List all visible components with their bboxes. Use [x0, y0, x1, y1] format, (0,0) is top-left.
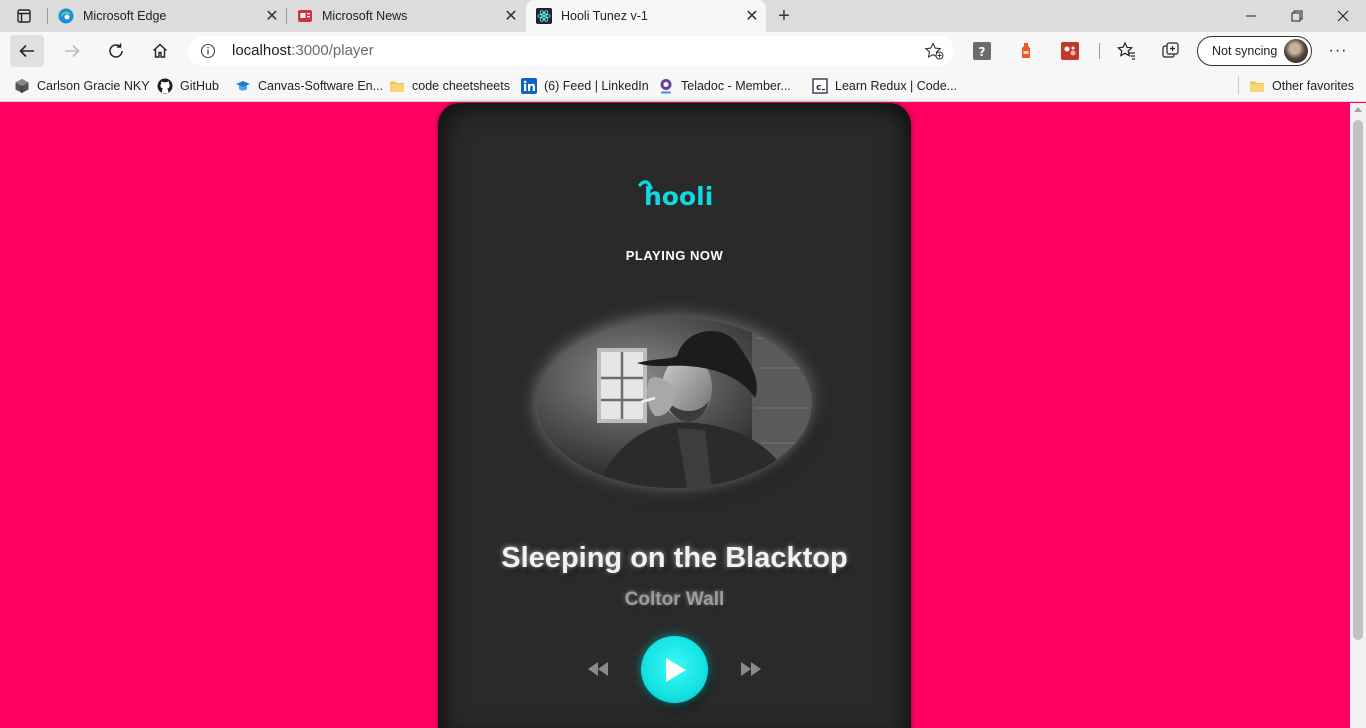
favorite-label: GitHub — [180, 79, 219, 93]
music-player-card: hooli PLAYING NOW Sleeping on the Blackt… — [438, 103, 911, 728]
tab-title: Microsoft Edge — [83, 9, 167, 23]
collections-button[interactable] — [1161, 41, 1181, 61]
favorite-carlson-gracie[interactable]: Carlson Gracie NKY — [14, 76, 150, 96]
scroll-up-icon[interactable] — [1354, 107, 1362, 112]
rewind-icon — [588, 662, 608, 676]
song-title: Sleeping on the Blacktop — [501, 542, 848, 574]
favorite-label: Carlson Gracie NKY — [37, 79, 150, 93]
new-tab-button[interactable]: + — [770, 2, 798, 30]
other-favorites-folder[interactable]: Other favorites — [1249, 76, 1354, 96]
forward-button[interactable] — [55, 35, 89, 67]
url-path: :3000/player — [291, 42, 374, 59]
browser-toolbar: localhost:3000/player ? Not syncing ··· — [0, 32, 1366, 70]
favorite-github[interactable]: GitHub — [157, 76, 219, 96]
arrow-right-icon — [65, 44, 80, 58]
react-logo-icon — [536, 8, 552, 24]
scrollbar-thumb[interactable] — [1353, 120, 1363, 640]
favorites-bar: Carlson Gracie NKY GitHub Canvas-Softwar… — [0, 70, 1366, 102]
folder-icon — [1250, 81, 1264, 92]
back-button[interactable] — [10, 35, 44, 67]
next-track-button[interactable] — [738, 657, 764, 681]
close-icon — [1337, 10, 1349, 22]
restore-button[interactable] — [1274, 0, 1320, 32]
favorites-star-icon — [1117, 41, 1135, 60]
album-art-image — [537, 318, 812, 488]
news-icon — [298, 10, 312, 22]
favorite-teladoc[interactable]: Teladoc - Member... — [658, 76, 791, 96]
profile-sync-button[interactable]: Not syncing — [1197, 36, 1312, 66]
favorite-label: Canvas-Software En... — [258, 79, 384, 93]
previous-track-button[interactable] — [586, 657, 610, 681]
logo-text: hooli — [644, 182, 712, 209]
play-icon — [665, 657, 686, 682]
favorites-separator — [1238, 76, 1239, 94]
linkedin-icon — [521, 78, 537, 94]
close-window-button[interactable] — [1320, 0, 1366, 32]
address-bar[interactable]: localhost:3000/player — [188, 36, 954, 66]
sync-status-label: Not syncing — [1212, 44, 1278, 58]
favorite-label: Learn Redux | Code... — [835, 79, 958, 93]
artist-name: Coltor Wall — [624, 589, 725, 610]
canvas-icon — [236, 81, 250, 91]
favorite-label: (6) Feed | LinkedIn — [544, 79, 649, 93]
vertical-scrollbar[interactable] — [1350, 103, 1366, 728]
tab-title: Microsoft News — [322, 9, 408, 23]
svg-text:c: c — [816, 83, 821, 93]
tab-actions-icon — [17, 9, 31, 23]
fast-forward-icon — [741, 662, 761, 676]
favorite-learn-redux[interactable]: c Learn Redux | Code... — [812, 76, 957, 96]
edge-logo-icon — [58, 8, 74, 24]
tab-strip: Microsoft Edge ✕ Microsoft News ✕ Hooli … — [0, 0, 1366, 32]
more-dots-icon: ··· — [1328, 42, 1348, 59]
home-icon — [153, 43, 167, 58]
close-tab-icon[interactable]: ✕ — [497, 2, 525, 30]
avatar — [1284, 39, 1308, 63]
github-icon — [157, 78, 173, 94]
refresh-icon — [109, 43, 123, 58]
favorite-linkedin[interactable]: (6) Feed | LinkedIn — [521, 76, 649, 96]
folder-icon — [390, 81, 404, 92]
favorites-button[interactable] — [1117, 41, 1137, 61]
favorite-label: Teladoc - Member... — [681, 79, 791, 93]
collections-icon — [1162, 42, 1179, 58]
close-tab-icon[interactable]: ✕ — [738, 2, 766, 30]
home-button[interactable] — [143, 35, 177, 67]
plus-icon: + — [778, 4, 790, 27]
tab-hooli-tunez[interactable]: Hooli Tunez v-1 ✕ — [526, 0, 766, 32]
help-extension-icon[interactable]: ? — [973, 42, 991, 60]
favorite-code-cheetsheets[interactable]: code cheetsheets — [389, 76, 510, 96]
teladoc-icon — [660, 79, 672, 94]
playing-now-label: PLAYING NOW — [625, 248, 724, 263]
close-tab-icon[interactable]: ✕ — [258, 2, 286, 30]
add-favorite-icon[interactable] — [924, 42, 944, 60]
favorite-canvas[interactable]: Canvas-Software En... — [235, 76, 383, 96]
cube-icon — [15, 79, 29, 93]
tab-microsoft-news[interactable]: Microsoft News ✕ — [287, 0, 525, 32]
restore-icon — [1291, 10, 1303, 22]
hooli-logo: hooli — [638, 180, 712, 209]
toolbar-separator — [1099, 43, 1100, 59]
puzzle-extension-icon[interactable] — [1061, 42, 1079, 60]
svg-text:?: ? — [979, 45, 986, 59]
url-text: localhost:3000/player — [232, 42, 374, 59]
tab-actions-button[interactable] — [0, 0, 48, 32]
codecademy-icon: c — [812, 78, 828, 94]
refresh-button[interactable] — [99, 35, 133, 67]
arrow-left-icon — [19, 44, 34, 58]
info-icon[interactable] — [200, 43, 216, 59]
minimize-icon — [1246, 15, 1256, 17]
tab-title: Hooli Tunez v-1 — [561, 9, 648, 23]
tab-microsoft-edge[interactable]: Microsoft Edge ✕ — [48, 0, 286, 32]
play-button[interactable] — [641, 636, 708, 703]
minimize-button[interactable] — [1228, 0, 1274, 32]
url-host: localhost — [232, 42, 292, 59]
favorite-label: code cheetsheets — [412, 79, 510, 93]
page-viewport: hooli PLAYING NOW Sleeping on the Blackt… — [0, 103, 1350, 728]
bottle-extension-icon[interactable] — [1017, 42, 1035, 60]
other-favorites-label: Other favorites — [1272, 79, 1354, 93]
settings-more-button[interactable]: ··· — [1326, 40, 1350, 62]
